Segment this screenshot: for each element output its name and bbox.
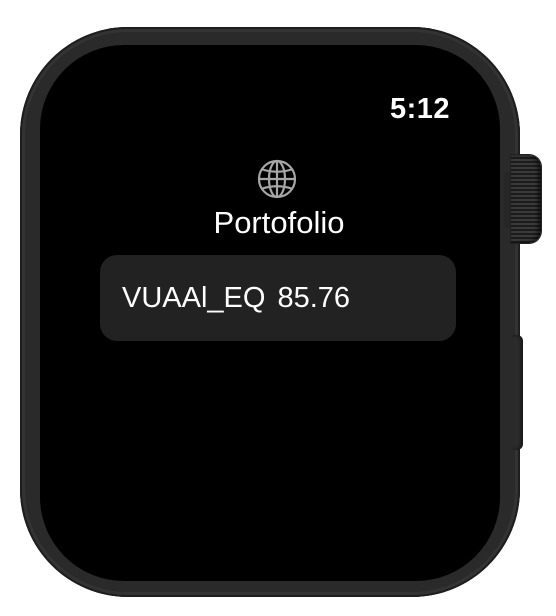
digital-crown[interactable]: [511, 155, 541, 243]
watch-screen: 5:12 Portofolio VUAAl_EQ 85.76: [40, 45, 500, 581]
page-title: Portofolio: [213, 205, 345, 240]
holding-row[interactable]: VUAAl_EQ 85.76: [100, 255, 456, 341]
globe-icon: [257, 159, 297, 199]
holding-price: 85.76: [277, 281, 351, 314]
holding-symbol: VUAAl_EQ: [122, 281, 266, 314]
status-time: 5:12: [389, 93, 450, 125]
watch-frame: 5:12 Portofolio VUAAl_EQ 85.76: [0, 0, 556, 616]
side-button[interactable]: [512, 335, 523, 450]
